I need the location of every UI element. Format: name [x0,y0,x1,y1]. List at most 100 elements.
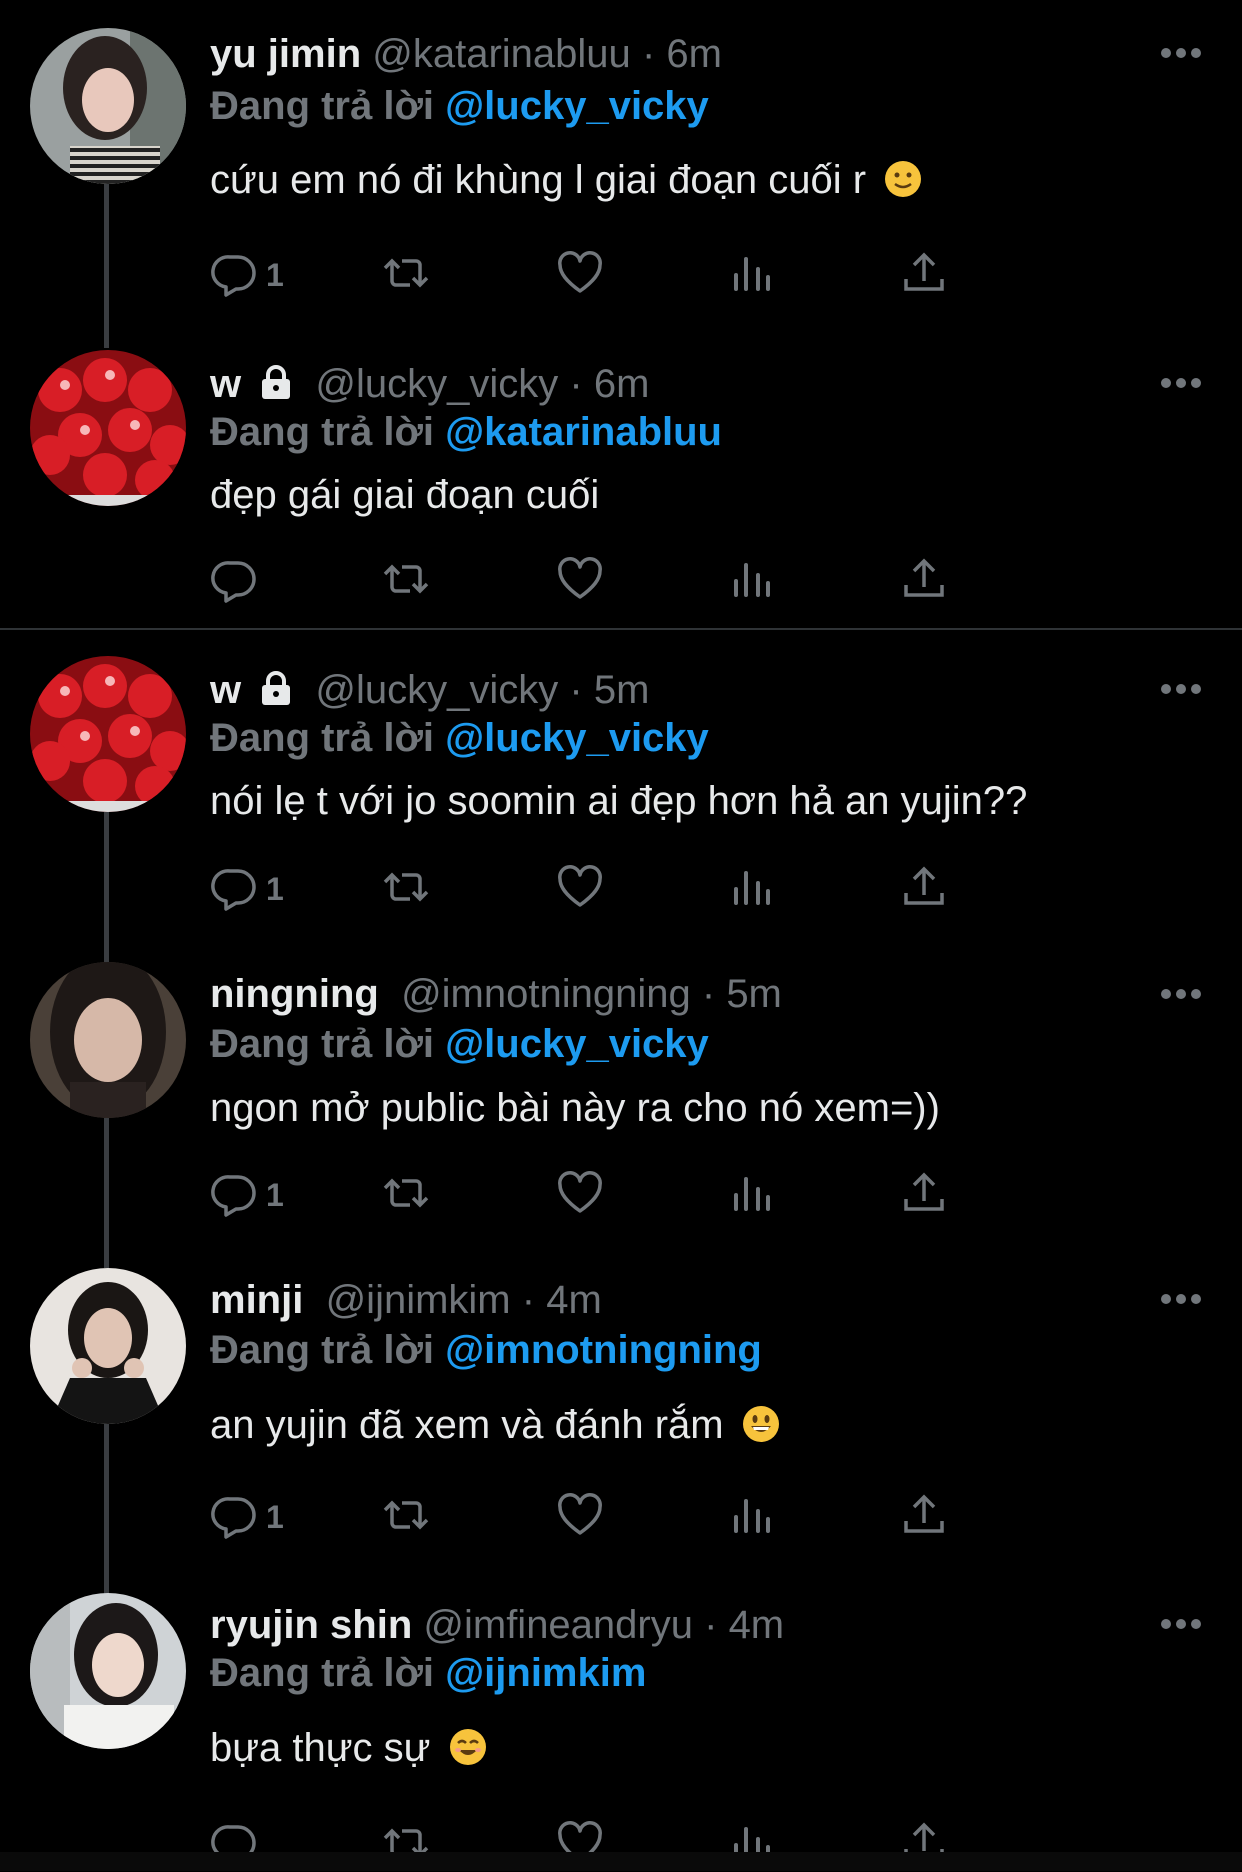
mention-link[interactable]: @katarinabluu [445,410,722,454]
like-button[interactable] [556,250,604,300]
separator-dot: · [521,1278,536,1322]
user-handle[interactable]: @lucky_vicky [315,668,558,712]
reply-count: 1 [266,1498,284,1535]
reply-prefix: Đang trả lời [210,410,435,454]
avatar[interactable] [30,28,186,184]
tweet-actions: 1 [210,250,1090,300]
avatar[interactable] [30,350,186,506]
retweet-button[interactable] [382,556,430,606]
retweet-button[interactable] [382,1492,430,1542]
timestamp[interactable]: 5m [726,972,782,1016]
retweet-icon [382,249,430,302]
tweet-text-content: bựa thực sự [210,1726,431,1770]
retweet-icon [382,1491,430,1544]
share-button[interactable] [900,250,948,300]
views-button[interactable] [728,1170,776,1220]
display-name[interactable]: w [210,668,241,712]
tweet-actions: 1 [210,1492,1090,1542]
views-button[interactable] [728,250,776,300]
user-handle[interactable]: @ijnimkim [326,1278,511,1322]
separator-dot: · [569,362,583,406]
views-button[interactable] [728,556,776,606]
display-name[interactable]: minji [210,1278,303,1322]
retweet-icon [382,555,430,608]
user-handle[interactable]: @lucky_vicky [315,362,558,406]
share-icon [900,1491,948,1544]
avatar[interactable] [30,656,186,812]
tweet[interactable]: w @lucky_vicky · 5m Đang trả lời @lucky_… [0,640,1242,945]
tweet-text: bựa thực sự [210,1723,488,1773]
share-button[interactable] [900,864,948,914]
reply-button[interactable] [210,556,266,606]
reply-count: 1 [266,256,284,293]
user-handle[interactable]: @imfineandryu [423,1603,693,1647]
mention-link[interactable]: @lucky_vicky [445,1022,709,1066]
share-button[interactable] [900,1170,948,1220]
views-button[interactable] [728,1492,776,1542]
mention-link[interactable]: @lucky_vicky [445,84,709,128]
retweet-icon [382,863,430,916]
like-button[interactable] [556,864,604,914]
timestamp[interactable]: 4m [729,1603,785,1647]
smiling-face-icon [449,1729,486,1765]
more-icon[interactable] [1160,988,1202,1000]
replying-to: Đang trả lời @lucky_vicky [210,82,709,130]
mention-link[interactable]: @lucky_vicky [445,716,709,760]
views-button[interactable] [728,864,776,914]
tweet[interactable]: ryujin shin @imfineandryu · 4m Đang trả … [0,1575,1242,1871]
slightly-smiling-face-icon [885,161,922,197]
replying-to: Đang trả lời @ijnimkim [210,1649,646,1697]
tweet[interactable]: minji @ijnimkim · 4m Đang trả lời @imnot… [0,1250,1242,1575]
display-name[interactable]: yu jimin [210,32,361,76]
like-button[interactable] [556,556,604,606]
mention-link[interactable]: @ijnimkim [445,1651,646,1695]
reply-button[interactable]: 1 [210,1492,284,1542]
reply-button[interactable]: 1 [210,250,284,300]
display-name[interactable]: ningning [210,972,379,1016]
timestamp[interactable]: 4m [546,1278,602,1322]
more-icon[interactable] [1160,1293,1202,1305]
share-button[interactable] [900,1492,948,1542]
timestamp[interactable]: 6m [594,362,650,406]
user-handle[interactable]: @imnotningning [401,972,691,1016]
tweet-header: ryujin shin @imfineandryu · 4m [210,1601,784,1649]
user-handle[interactable]: @katarinabluu [372,32,631,76]
tweet-actions: 1 [210,1170,1090,1220]
tweet[interactable]: w @lucky_vicky · 6m Đang trả lời @katari… [0,340,1242,630]
avatar[interactable] [30,1593,186,1749]
more-icon[interactable] [1160,47,1202,59]
tweet-actions: 1 [210,864,1090,914]
display-name[interactable]: ryujin shin [210,1603,412,1647]
share-button[interactable] [900,556,948,606]
tweet[interactable]: yu jimin @katarinabluu · 6m Đang trả lời… [0,0,1242,340]
retweet-button[interactable] [382,1170,430,1220]
tweet-text: cứu em nó đi khùng l giai đoạn cuối r [210,155,923,205]
tweet[interactable]: ningning @imnotningning · 5m Đang trả lờ… [0,945,1242,1250]
more-icon[interactable] [1160,1618,1202,1630]
share-icon [900,249,948,302]
timestamp[interactable]: 5m [594,668,650,712]
replying-to: Đang trả lời @katarinabluu [210,408,722,456]
lock-icon [262,671,291,705]
like-button[interactable] [556,1492,604,1542]
more-icon[interactable] [1160,377,1202,389]
reply-button[interactable]: 1 [210,1170,284,1220]
replying-to: Đang trả lời @imnotningning [210,1326,762,1374]
retweet-button[interactable] [382,250,430,300]
more-icon[interactable] [1160,683,1202,695]
like-button[interactable] [556,1170,604,1220]
display-name[interactable]: w [210,362,241,406]
lock-icon [262,365,291,399]
avatar[interactable] [30,1268,186,1424]
mention-link[interactable]: @imnotningning [445,1328,762,1372]
heart-icon [556,863,604,916]
retweet-button[interactable] [382,864,430,914]
reply-count: 1 [266,1176,284,1213]
tweet-text: an yujin đã xem và đánh rắm [210,1400,781,1450]
timestamp[interactable]: 6m [666,32,722,76]
heart-icon [556,1169,604,1222]
tweet-header: minji @ijnimkim · 4m [210,1276,602,1324]
avatar[interactable] [30,962,186,1118]
reply-button[interactable]: 1 [210,864,284,914]
reply-icon [210,1491,258,1544]
